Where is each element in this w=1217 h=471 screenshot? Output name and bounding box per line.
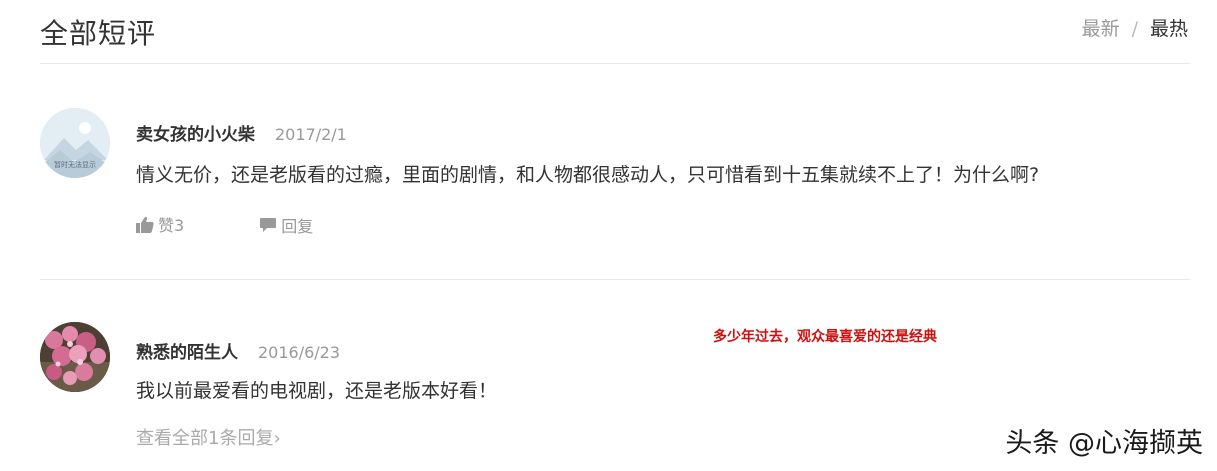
- watermark: 头条 @心海撷英: [1005, 428, 1203, 459]
- thumbs-up-icon: [136, 216, 154, 233]
- chevron-right-icon: ›: [273, 428, 281, 449]
- avatar-blossom-image: [40, 322, 110, 392]
- avatar[interactable]: [40, 322, 110, 392]
- reply-label: 回复: [281, 216, 314, 236]
- username[interactable]: 卖女孩的小火柴: [136, 125, 255, 145]
- comment-text: 我以前最爱看的电视剧，还是老版本好看！: [136, 380, 498, 402]
- avatar[interactable]: 暂时无法显示: [40, 108, 110, 178]
- reply-button[interactable]: 回复: [259, 213, 313, 237]
- sort-tabs: 最新 / 最热: [1082, 14, 1188, 41]
- sort-tab-hot[interactable]: 最热: [1150, 18, 1188, 40]
- comment-divider: [40, 279, 1190, 280]
- view-replies-label: 查看全部1条回复: [136, 428, 274, 449]
- comment-date: 2016/6/23: [258, 343, 341, 362]
- speech-bubble-icon: [260, 217, 277, 232]
- comment-meta: 卖女孩的小火柴 2017/2/1: [136, 120, 347, 145]
- comment-text: 情义无价，还是老版看的过瘾，里面的剧情，和人物都很感动人，只可惜看到十五集就续不…: [136, 164, 1040, 186]
- sort-tab-latest[interactable]: 最新: [1082, 18, 1120, 40]
- sort-separator: /: [1131, 18, 1138, 40]
- overlay-caption: 多少年过去，观众最喜爱的还是经典: [713, 329, 937, 345]
- view-all-replies-link[interactable]: 查看全部1条回复›: [136, 424, 281, 450]
- like-button[interactable]: 赞3: [136, 212, 184, 236]
- like-count: 赞3: [158, 216, 185, 235]
- comment-actions: 赞3 回复: [136, 212, 383, 237]
- page-title: 全部短评: [40, 17, 157, 50]
- username[interactable]: 熟悉的陌生人: [136, 343, 238, 363]
- avatar-caption: 暂时无法显示: [54, 161, 96, 169]
- comment-meta: 熟悉的陌生人 2016/6/23: [136, 338, 340, 363]
- comment-date: 2017/2/1: [275, 125, 347, 144]
- comments-header: 全部短评 最新 / 最热: [40, 0, 1190, 64]
